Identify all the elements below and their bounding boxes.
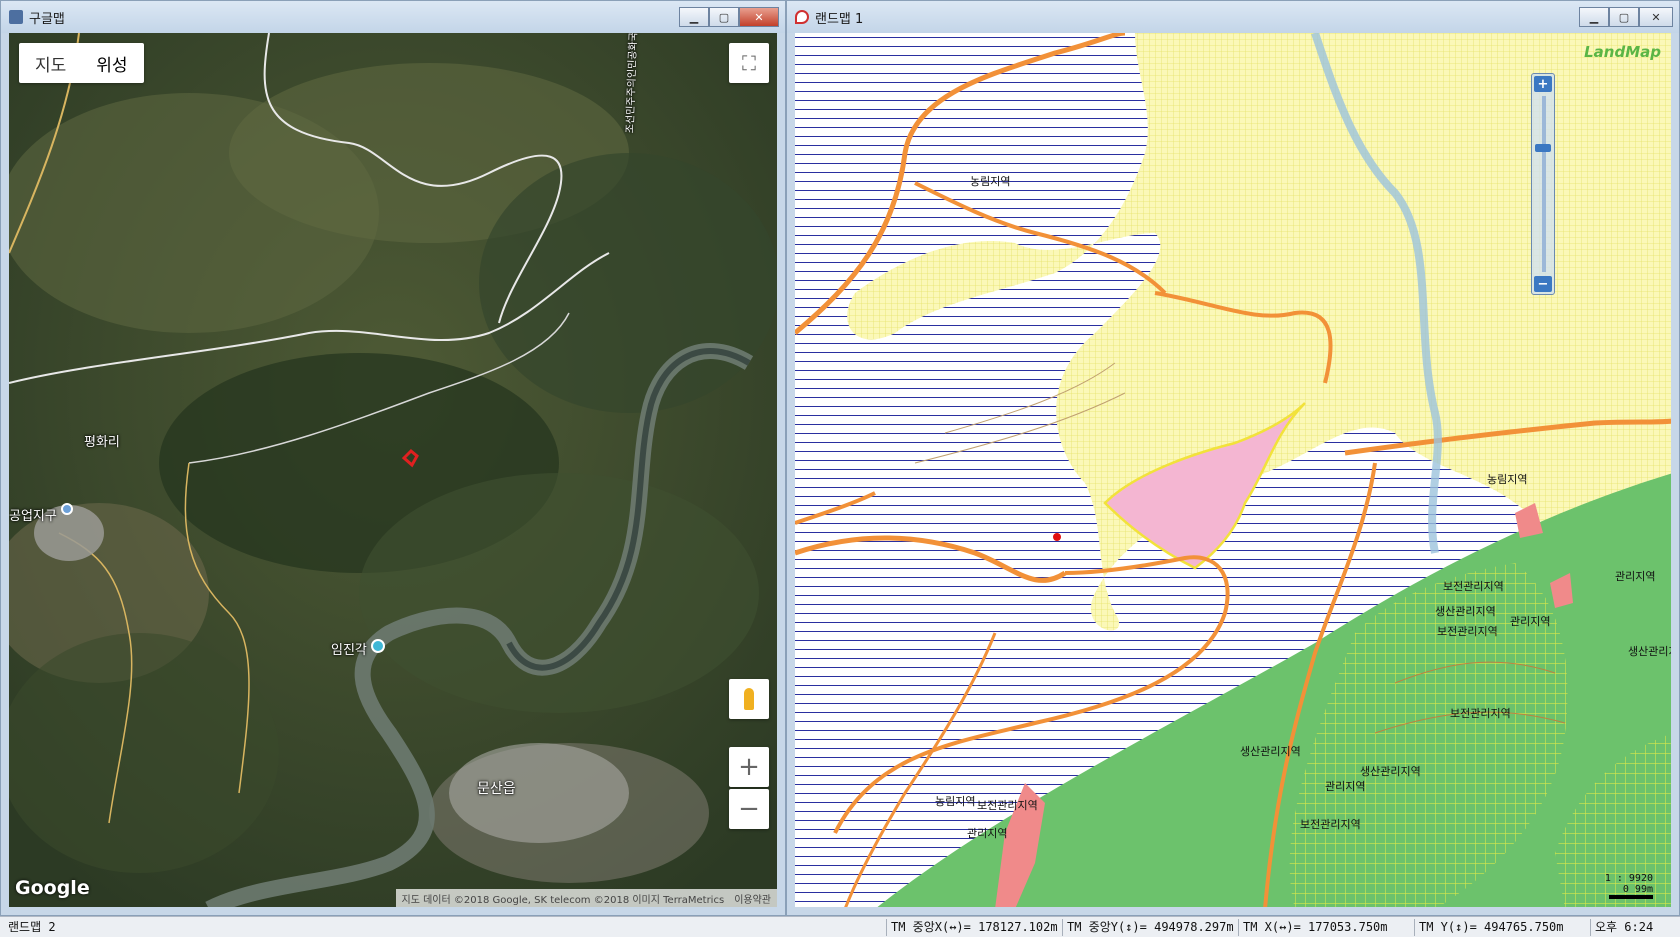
attribution-text: 지도 데이터 ©2018 Google, SK telecom ©2018 이미… <box>401 894 725 906</box>
status-app-name: 랜드맵 2 <box>8 920 56 934</box>
zoom-out-button[interactable]: − <box>729 789 769 829</box>
zone-label: 관리지역 <box>1325 780 1366 793</box>
status-tm-y: TM Y(↕)= 494765.750m <box>1414 919 1586 936</box>
place-label: 문산읍 <box>477 781 516 797</box>
google-map-titlebar[interactable]: 구글맵 ▁ ▢ ✕ <box>1 1 785 33</box>
zone-label: 관리지역 <box>1510 615 1551 628</box>
fullscreen-icon: ⛶ <box>742 51 756 75</box>
landmap-window: 랜드맵 1 ▁ ▢ ✕ LandMap + − 농림지역 보전관리지역 관리지역… <box>786 0 1680 916</box>
google-map-window: 구글맵 ▁ ▢ ✕ 지도 위성 ⛶ 평화리 공업지구 임진각 문산읍 조선민주주… <box>0 0 786 916</box>
status-clock: 오후 6:24 <box>1590 919 1676 936</box>
landmap-titlebar[interactable]: 랜드맵 1 ▁ ▢ ✕ <box>787 1 1679 33</box>
zoom-in-button[interactable]: + <box>729 747 769 787</box>
map-type-satellite[interactable]: 위성 <box>96 51 127 76</box>
landmap-app-icon <box>795 10 809 24</box>
window-title: 구글맵 <box>29 11 65 27</box>
minus-icon: − <box>738 794 760 824</box>
map-attribution: 지도 데이터 ©2018 Google, SK telecom ©2018 이미… <box>395 889 777 907</box>
plus-icon: + <box>738 752 760 782</box>
zone-label: 보전관리지역 <box>1300 818 1361 831</box>
status-tm-center-x: TM 중앙X(↔)= 178127.102m <box>886 919 1058 936</box>
zone-label: 농림지역 <box>1487 473 1528 486</box>
street-view-pegman[interactable] <box>729 679 769 719</box>
scale-bar <box>1609 895 1653 899</box>
place-label: 임진각 <box>331 643 367 658</box>
landmap-logo: LandMap <box>1584 43 1661 61</box>
land-use-map[interactable]: LandMap + − 농림지역 보전관리지역 관리지역 보전관리지역 생산관리… <box>795 33 1671 907</box>
map-type-map[interactable]: 지도 <box>35 51 66 76</box>
zone-label: 생산관리지역 <box>1360 765 1421 778</box>
place-label: 공업지구 <box>9 509 57 524</box>
map-type-control: 지도 위성 <box>19 43 144 83</box>
map-pin-icon <box>371 639 385 653</box>
status-tm-x: TM X(↔)= 177053.750m <box>1238 919 1410 936</box>
maximize-button[interactable]: ▢ <box>709 7 739 27</box>
maximize-button[interactable]: ▢ <box>1609 7 1639 27</box>
zoom-in-button[interactable]: + <box>1534 76 1552 92</box>
zone-label: 관리지역 <box>967 827 1008 840</box>
satellite-map[interactable]: 지도 위성 ⛶ 평화리 공업지구 임진각 문산읍 조선민주주의인민공화국 대한민… <box>9 33 777 907</box>
zone-label: 농림지역 <box>970 175 1011 188</box>
zone-label: 보전관리지역 <box>1443 580 1504 593</box>
terms-link[interactable]: 이용약관 <box>734 891 771 906</box>
zone-label: 생산관리지역 <box>1240 745 1301 758</box>
zone-label: 생산관리지역 <box>1435 605 1496 618</box>
satellite-imagery <box>9 33 777 907</box>
map-scale: 1 : 9920 0 99m <box>1605 873 1653 899</box>
status-bar: 랜드맵 2 TM 중앙X(↔)= 178127.102m TM 중앙Y(↕)= … <box>0 916 1680 937</box>
place-label: 평화리 <box>84 435 120 450</box>
zone-label: 생산관리지역 <box>1628 645 1671 658</box>
zone-label: 관리지역 <box>1615 570 1656 583</box>
zoom-track[interactable] <box>1542 96 1546 272</box>
minimize-button[interactable]: ▁ <box>1579 7 1609 27</box>
map-pin-icon <box>61 503 73 515</box>
pegman-icon <box>744 688 754 710</box>
zone-label: 보전관리지역 <box>977 799 1038 812</box>
status-tm-center-y: TM 중앙Y(↕)= 494978.297m <box>1062 919 1234 936</box>
minimize-button[interactable]: ▁ <box>679 7 709 27</box>
zoom-thumb[interactable] <box>1535 144 1551 152</box>
google-logo: Google <box>15 877 90 899</box>
fullscreen-button[interactable]: ⛶ <box>729 43 769 83</box>
scale-distance: 0 99m <box>1622 884 1653 895</box>
app-icon <box>9 10 23 24</box>
scale-ratio: 1 : 9920 <box>1604 873 1653 884</box>
close-button[interactable]: ✕ <box>1639 7 1673 27</box>
window-title: 랜드맵 1 <box>815 11 864 27</box>
zoom-out-button[interactable]: − <box>1534 276 1552 292</box>
zone-label: 보전관리지역 <box>1450 707 1511 720</box>
zone-label: 보전관리지역 <box>1437 625 1498 638</box>
zoom-slider[interactable]: + − <box>1531 73 1555 295</box>
zone-label: 농림지역 <box>935 795 976 808</box>
close-button[interactable]: ✕ <box>739 7 779 27</box>
